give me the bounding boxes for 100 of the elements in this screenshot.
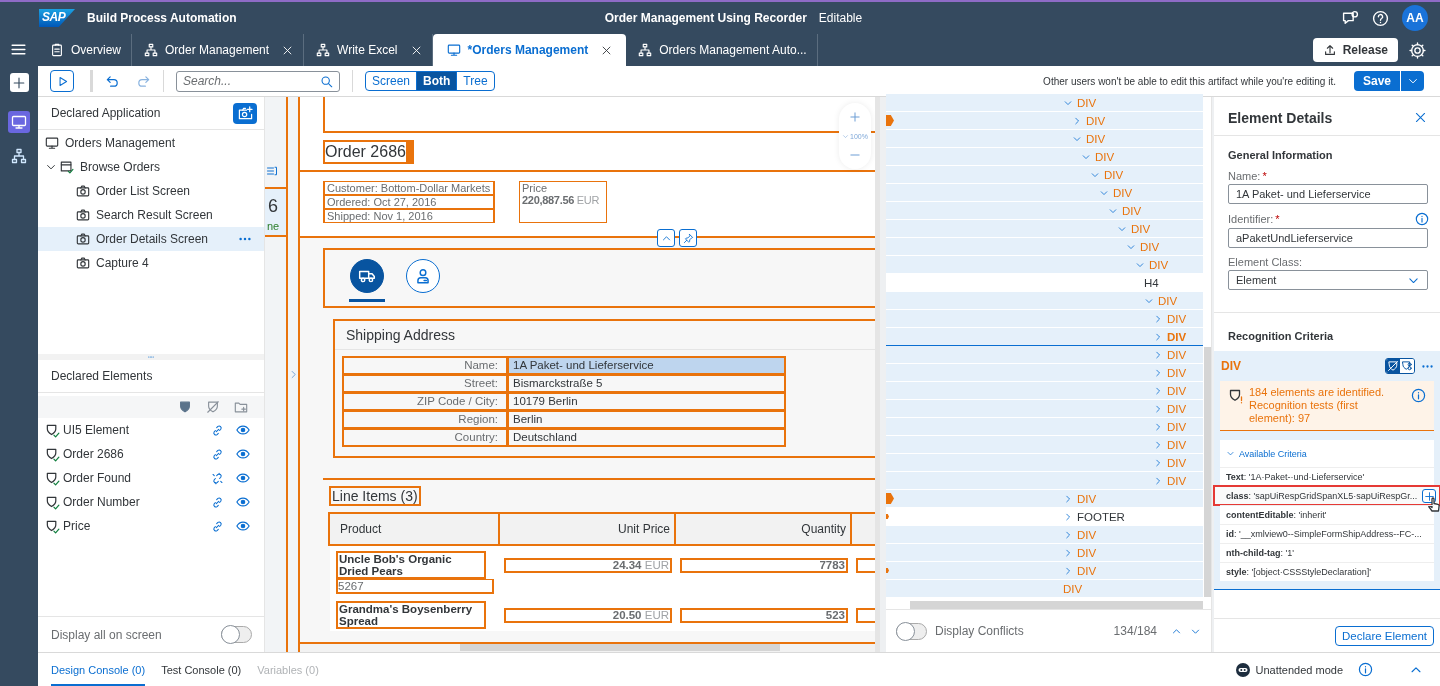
chevron-right-icon[interactable] [1153,475,1163,486]
element-name[interactable]: Order Number [63,495,203,509]
chevron-right-icon[interactable] [1153,439,1163,450]
view-mode-button[interactable]: Tree [457,72,494,90]
tree-item[interactable]: Order Details Screen [38,227,264,251]
link-icon[interactable] [211,447,224,461]
tree-node[interactable]: DIV [886,382,1203,400]
shield-slash-icon[interactable] [206,400,220,414]
tree-item[interactable]: Orders Management [38,131,264,155]
undo-icon[interactable] [105,73,120,89]
tree-node[interactable]: DIV [886,202,1203,220]
chevron-right-icon[interactable] [1063,529,1073,540]
tree-node[interactable]: DIV [886,148,1203,166]
dropdown-field[interactable]: Element [1228,270,1428,290]
redo-icon[interactable] [136,73,151,89]
tree-node[interactable]: DIV [886,364,1203,382]
tree-node[interactable]: DIV [886,130,1203,148]
tree-node[interactable]: DIV [886,472,1203,490]
close-icon[interactable] [1414,111,1427,124]
mode-button[interactable] [1386,359,1400,373]
column-header[interactable]: Unit Price [498,512,676,546]
close-icon[interactable] [601,44,613,56]
add-button[interactable] [9,73,29,92]
tree-item[interactable]: Browse Orders [38,155,264,179]
link-icon[interactable] [211,423,224,437]
element-name[interactable]: Order Found [63,471,203,485]
chevron-right-icon[interactable] [1063,511,1073,522]
tab[interactable]: *Orders Management [432,34,627,66]
chevron-right-icon[interactable] [1153,403,1163,414]
search-field[interactable]: Search... [176,70,340,92]
column-header[interactable]: Quantity [674,512,852,546]
chevron-right-icon[interactable] [1072,115,1082,126]
tree-node[interactable]: DIV [886,454,1203,472]
tree-node[interactable]: DIV [886,220,1203,238]
run-button[interactable] [50,70,74,92]
tree-node[interactable]: DIV [886,544,1203,562]
chevron-right-icon[interactable] [1063,565,1073,576]
eye-icon[interactable] [236,471,250,485]
pin-button[interactable] [679,229,697,247]
column-header[interactable]: Product [328,512,500,546]
info-icon[interactable] [1415,212,1429,226]
tree-node[interactable]: DIV [886,166,1203,184]
release-button[interactable]: Release [1312,38,1398,62]
chevron-right-icon[interactable] [1153,331,1163,342]
shield-icon[interactable] [178,400,192,414]
tree-node[interactable]: DIV [886,238,1203,256]
tab[interactable]: Write Excel [304,34,433,66]
tree-node[interactable]: DIV [886,562,1203,580]
settings-icon[interactable] [1409,41,1426,59]
tree-node[interactable]: DIV [886,490,1203,508]
element-name[interactable]: Price [63,519,203,533]
tree-node[interactable]: DIV [886,328,1203,346]
element-name[interactable]: UI5 Element [63,423,203,437]
feedback-icon[interactable] [1342,9,1359,27]
tree-node[interactable]: DIV [886,400,1203,418]
link-icon[interactable] [211,519,224,533]
tree-node[interactable]: DIV [886,346,1203,364]
link-icon[interactable] [211,495,224,509]
icon-tab[interactable] [406,259,440,293]
switch[interactable] [221,626,252,643]
save-button[interactable]: Save [1353,71,1400,91]
icon-tab[interactable] [350,259,384,293]
info-icon[interactable] [1358,662,1373,677]
folder-plus-icon[interactable] [234,400,248,414]
tree-node[interactable]: DIV [886,256,1203,274]
scrollbar[interactable] [460,644,780,651]
close-icon[interactable] [282,44,294,56]
mode-button[interactable] [1400,359,1414,373]
tree-node[interactable]: DIV [886,436,1203,454]
eye-icon[interactable] [236,423,250,437]
chevron-right-icon[interactable] [1153,367,1163,378]
tree-node[interactable]: DIV [886,112,1203,130]
tree-item[interactable]: Capture 4 [38,251,264,275]
expand-link[interactable]: Available Criteria [1220,440,1307,467]
tree-node[interactable]: DIV [886,184,1203,202]
console-tab[interactable]: Test Console (0) [161,652,242,686]
rail-button[interactable] [8,111,30,133]
tab[interactable]: Order Management [132,34,305,66]
chevron-right-icon[interactable] [1063,547,1073,558]
chevron-right-icon[interactable] [1153,385,1163,396]
input-field[interactable]: 1A Paket- und Lieferservice [1228,184,1428,204]
scrollbar[interactable] [1204,347,1211,597]
info-icon[interactable] [1411,388,1426,403]
dropdown-button[interactable] [1400,71,1424,91]
chevron-right-icon[interactable] [1153,313,1163,324]
tree-node[interactable]: DIV [886,292,1203,310]
chevron-right-icon[interactable] [1063,493,1073,504]
close-icon[interactable] [410,44,422,56]
chevron-right-icon[interactable] [1153,349,1163,360]
tree-item[interactable]: Order List Screen [38,179,264,203]
collapse-button[interactable] [657,229,675,247]
eye-icon[interactable] [236,495,250,509]
eye-icon[interactable] [236,519,250,533]
chevron-right-icon[interactable] [1153,457,1163,468]
view-mode-button[interactable]: Both [417,72,458,90]
tab[interactable]: Orders Management Auto... [626,34,818,66]
add-button[interactable] [1422,489,1436,503]
chevron-right-icon[interactable] [1153,421,1163,432]
tree-node[interactable]: DIV [886,310,1203,328]
scrollbar[interactable] [910,601,1203,609]
